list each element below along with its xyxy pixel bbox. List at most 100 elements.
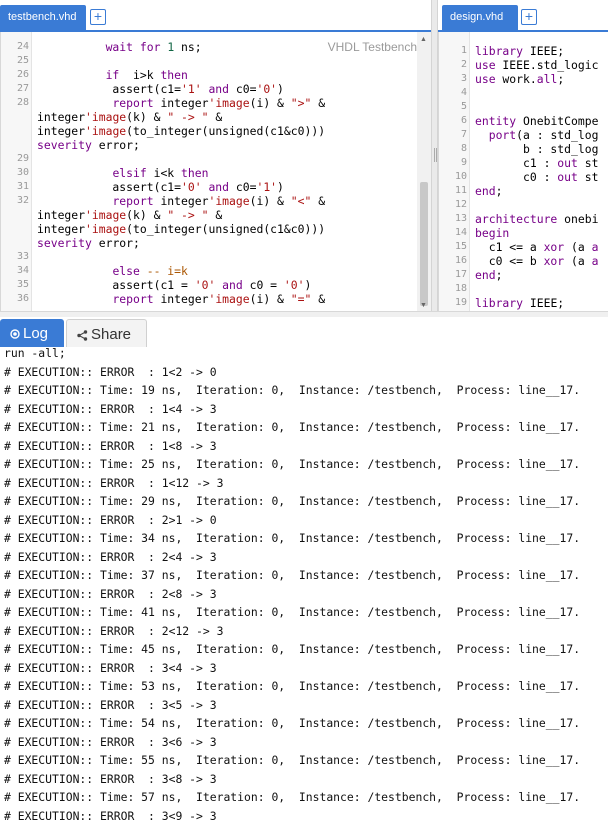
log-line: # EXECUTION:: ERROR : 2<12 -> 3 xyxy=(4,623,224,638)
line-number: 27 xyxy=(16,83,29,94)
code-token: 'image xyxy=(85,110,127,124)
code-editor[interactable]: 24 wait for 1 ns; 25 26 if i>k then 27 asse… xyxy=(0,32,431,311)
code-token: '0' xyxy=(256,82,278,96)
code-token: out xyxy=(557,170,578,184)
code-line: 27 assert(c1='1' and c0='0') xyxy=(1,82,431,96)
code-text: use IEEE.std_logic xyxy=(475,58,598,72)
code-text: begin xyxy=(475,226,509,240)
scroll-thumb[interactable] xyxy=(420,182,428,306)
tab-share[interactable]: Share xyxy=(66,319,147,348)
code-line: 8 b : std_log xyxy=(439,142,608,156)
code-text: integer'image(to_integer(unsigned(c1&c0)… xyxy=(37,124,325,138)
code-token: & xyxy=(311,292,326,306)
code-token: wait for xyxy=(105,40,168,54)
log-line: # EXECUTION:: Time: 53 ns, Iteration: 0,… xyxy=(4,679,581,693)
code-token: c0 <= b xyxy=(475,254,544,268)
log-output[interactable]: run -all; # EXECUTION:: ERROR : 1<2 -> 0 #… xyxy=(0,347,608,826)
code-text: wait for 1 ns; xyxy=(37,40,202,54)
log-line: # EXECUTION:: Time: 57 ns, Iteration: 0,… xyxy=(4,790,581,804)
line-number: 31 xyxy=(16,181,29,192)
line-number: 14 xyxy=(454,227,467,238)
editor-tabbar: design.vhd + xyxy=(438,0,608,32)
code-line: 10 c0 : out st xyxy=(439,170,608,184)
line-number: 6 xyxy=(460,115,467,126)
code-token: elsif xyxy=(112,166,147,180)
code-line: integer'image(to_integer(unsigned(c1&c0)… xyxy=(1,222,431,236)
tab-log-label: Log xyxy=(23,325,49,342)
code-token: i<k xyxy=(146,166,182,180)
log-line: # EXECUTION:: ERROR : 1<2 -> 0 xyxy=(4,364,217,379)
add-tab-icon[interactable]: + xyxy=(90,9,106,25)
code-token: integer xyxy=(37,110,86,124)
code-token: (a xyxy=(564,254,592,268)
code-token: entity xyxy=(475,114,517,128)
code-token: ) xyxy=(277,82,284,96)
log-line: # EXECUTION:: Time: 34 ns, Iteration: 0,… xyxy=(4,531,581,545)
tab-design[interactable]: design.vhd xyxy=(442,5,518,30)
code-token: ; xyxy=(495,184,503,198)
scroll-down-icon[interactable]: ▼ xyxy=(420,302,427,309)
log-line: # EXECUTION:: Time: 21 ns, Iteration: 0,… xyxy=(4,420,581,434)
code-token: work. xyxy=(495,72,537,86)
add-tab-icon[interactable]: + xyxy=(521,9,537,25)
code-token: c0= xyxy=(229,82,257,96)
line-number: 29 xyxy=(16,153,29,164)
design-editor-pane: design.vhd + 1 library IEEE; 2 use IEEE.std… xyxy=(438,0,608,311)
code-token: '0' xyxy=(283,278,305,292)
editor-scrollbar[interactable]: ▲ ▼ xyxy=(417,32,431,311)
code-token: 'image xyxy=(85,222,127,236)
log-line: # EXECUTION:: ERROR : 1<4 -> 3 xyxy=(4,401,217,416)
code-text: assert(c1='1' and c0='0') xyxy=(37,82,284,96)
line-number: 12 xyxy=(454,199,467,210)
tab-testbench[interactable]: testbench.vhd xyxy=(0,5,86,30)
code-token: port xyxy=(488,128,517,142)
code-token: c1 <= a xyxy=(475,240,544,254)
code-token: if xyxy=(105,68,127,82)
code-line: 4 xyxy=(439,86,608,100)
pane-splitter[interactable] xyxy=(431,0,438,311)
log-line: # EXECUTION:: Time: 25 ns, Iteration: 0,… xyxy=(4,457,581,471)
tab-log[interactable]: Log xyxy=(0,319,64,348)
line-number: 7 xyxy=(460,129,467,140)
code-text: integer'image(to_integer(unsigned(c1&c0)… xyxy=(37,222,325,236)
code-token: c0= xyxy=(229,180,257,194)
line-number: 36 xyxy=(16,293,29,304)
code-token: '0' xyxy=(181,180,202,194)
code-line: 3 use work.all; xyxy=(439,72,608,86)
tab-share-label: Share xyxy=(91,326,132,343)
code-token: use xyxy=(475,72,496,86)
log-line: # EXECUTION:: ERROR : 2<4 -> 3 xyxy=(4,549,217,564)
code-area[interactable]: 24 wait for 1 ns; 25 26 if i>k then 27 asse… xyxy=(1,32,431,311)
scroll-up-icon[interactable]: ▲ xyxy=(420,36,427,43)
code-token: out xyxy=(557,156,578,170)
code-token: end xyxy=(475,268,496,282)
code-token: st xyxy=(577,170,599,184)
code-token: -- i=k xyxy=(146,264,188,278)
log-line: # EXECUTION:: ERROR : 1<8 -> 3 xyxy=(4,438,217,453)
code-text: library IEEE; xyxy=(475,44,564,58)
code-line: 32 report integer'image(i) & "<" & xyxy=(1,194,431,208)
code-text: severity error; xyxy=(37,236,140,250)
code-area[interactable]: 1 library IEEE; 2 use IEEE.std_logic 3 use wo… xyxy=(439,32,608,311)
code-token: IEEE; xyxy=(523,296,565,310)
code-token: " -> " xyxy=(167,110,209,124)
code-text: architecture onebi xyxy=(475,212,598,226)
line-number: 4 xyxy=(460,87,467,98)
code-token: library xyxy=(475,296,524,310)
log-line: # EXECUTION:: ERROR : 3<6 -> 3 xyxy=(4,734,217,749)
code-token: library xyxy=(475,44,524,58)
splitter-grip-icon xyxy=(434,148,437,162)
code-token: integer xyxy=(153,292,209,306)
line-number: 34 xyxy=(16,265,29,276)
code-line: 12 xyxy=(439,198,608,212)
code-line: 31 assert(c1='0' and c0='1') xyxy=(1,180,431,194)
code-token: onebi xyxy=(557,212,599,226)
code-token: report xyxy=(112,96,154,110)
line-number: 1 xyxy=(460,45,467,56)
code-text: end; xyxy=(475,268,502,282)
code-line: 29 xyxy=(1,152,431,166)
code-editor[interactable]: 1 library IEEE; 2 use IEEE.std_logic 3 use wo… xyxy=(438,32,608,311)
